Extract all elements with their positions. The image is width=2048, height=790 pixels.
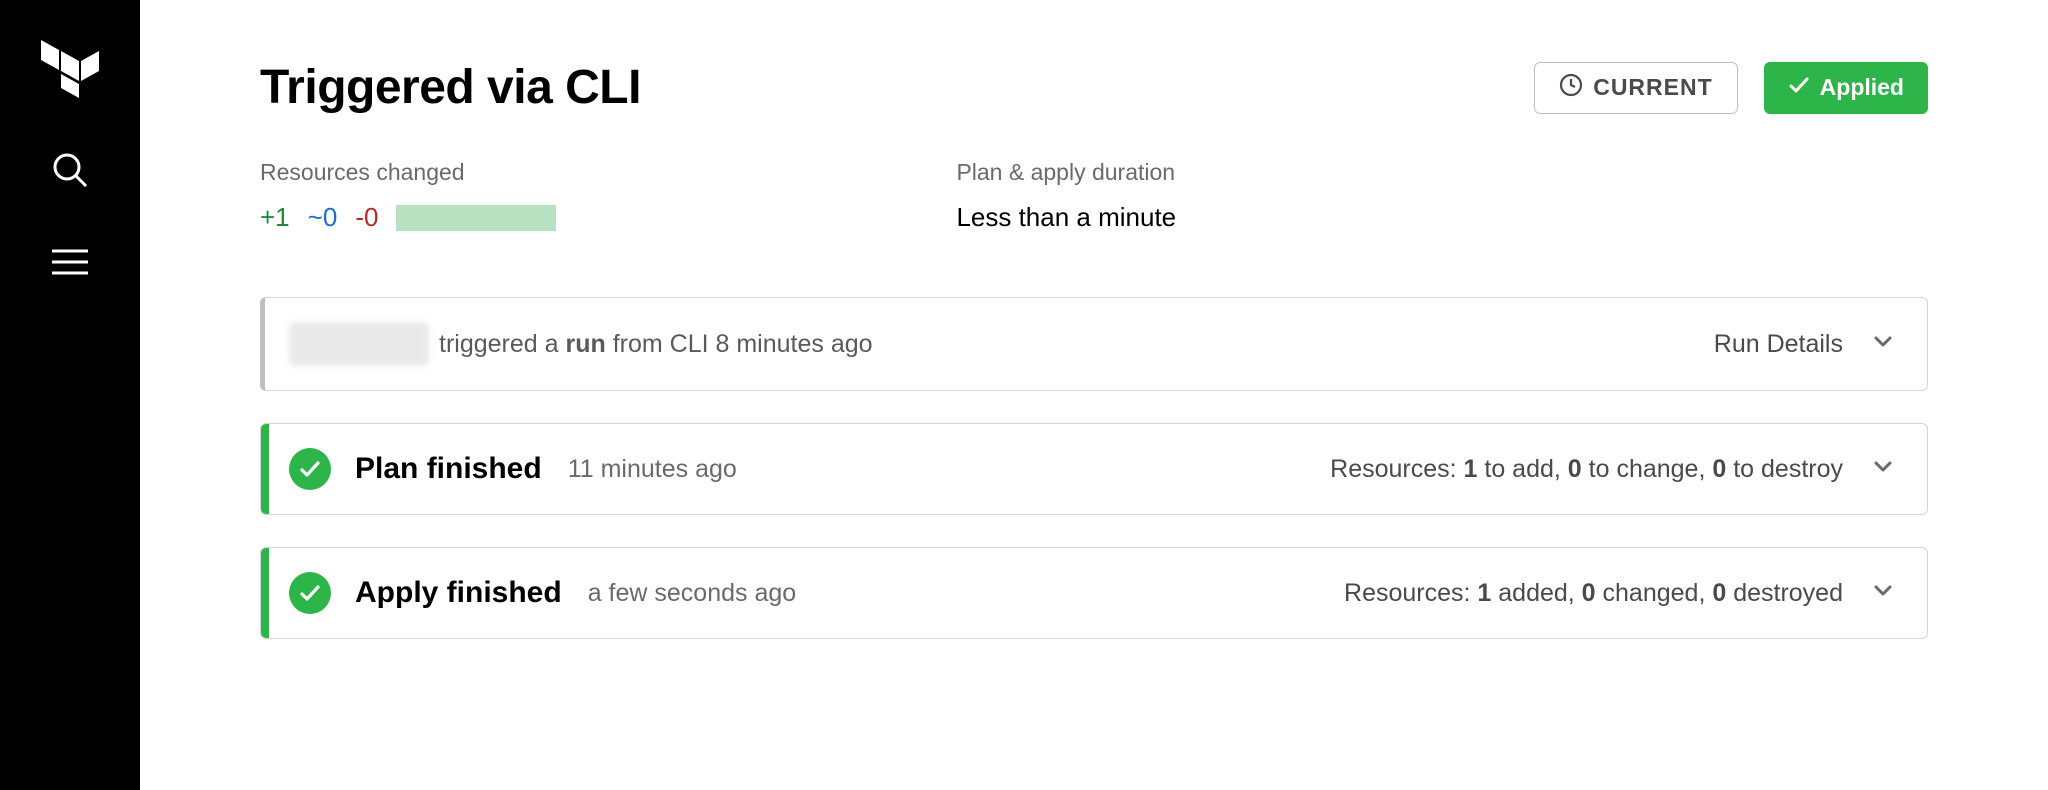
status-badges: CURRENT Applied — [1534, 62, 1928, 114]
check-icon — [1788, 74, 1810, 102]
plan-time: 11 minutes ago — [568, 455, 737, 484]
terraform-logo-icon[interactable] — [41, 36, 99, 98]
duration-value: Less than a minute — [956, 202, 1176, 233]
duration-col: Plan & apply duration Less than a minute — [956, 159, 1176, 233]
clock-icon — [1559, 73, 1583, 103]
change-modify: ~0 — [308, 202, 338, 233]
apply-resource-summary: Resources: 1 added, 0 changed, 0 destroy… — [1344, 579, 1843, 608]
title-row: Triggered via CLI CURRENT Applied — [260, 60, 1928, 115]
change-bar-chart — [396, 205, 556, 231]
applied-badge-label: Applied — [1820, 74, 1904, 101]
plan-title: Plan finished — [355, 452, 542, 486]
run-trigger-text: triggered a run from CLI 8 minutes ago — [439, 330, 873, 359]
trigger-text-bold: run — [565, 330, 605, 358]
chevron-down-icon[interactable] — [1871, 578, 1895, 609]
plan-card[interactable]: Plan finished 11 minutes ago Resources: … — [260, 423, 1928, 515]
current-badge-label: CURRENT — [1593, 74, 1712, 101]
trigger-text-suffix: from CLI 8 minutes ago — [606, 330, 873, 358]
resources-changed-col: Resources changed +1 ~0 -0 — [260, 159, 556, 233]
apply-time: a few seconds ago — [588, 579, 796, 608]
apply-card[interactable]: Apply finished a few seconds ago Resourc… — [260, 547, 1928, 639]
chevron-down-icon[interactable] — [1871, 329, 1895, 360]
menu-icon[interactable] — [50, 247, 90, 282]
run-details-label: Run Details — [1714, 330, 1843, 359]
avatar — [289, 322, 429, 366]
current-badge[interactable]: CURRENT — [1534, 62, 1737, 114]
change-delete: -0 — [355, 202, 378, 233]
apply-title: Apply finished — [355, 576, 562, 610]
page-title: Triggered via CLI — [260, 60, 641, 115]
plan-resource-summary: Resources: 1 to add, 0 to change, 0 to d… — [1330, 455, 1843, 484]
summary-section: Resources changed +1 ~0 -0 Plan & apply … — [260, 159, 1928, 233]
resources-changed-label: Resources changed — [260, 159, 556, 186]
change-add: +1 — [260, 202, 290, 233]
main-content: Triggered via CLI CURRENT Applied — [140, 0, 2048, 790]
apply-status-icon — [289, 572, 331, 614]
duration-label: Plan & apply duration — [956, 159, 1176, 186]
trigger-text-prefix: triggered a — [439, 330, 565, 358]
plan-status-icon — [289, 448, 331, 490]
sidebar — [0, 0, 140, 790]
applied-badge[interactable]: Applied — [1764, 62, 1928, 114]
run-trigger-card[interactable]: triggered a run from CLI 8 minutes ago R… — [260, 297, 1928, 391]
resources-changed-values: +1 ~0 -0 — [260, 202, 556, 233]
chevron-down-icon[interactable] — [1871, 454, 1895, 485]
search-icon[interactable] — [50, 150, 90, 195]
